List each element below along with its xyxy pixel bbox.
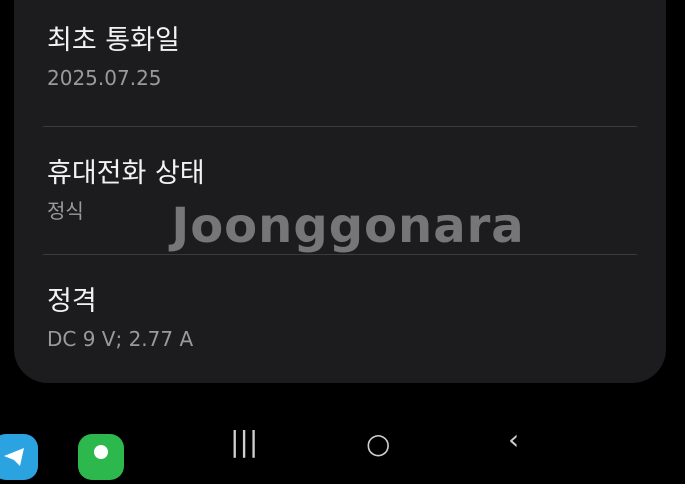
settings-card: 최초 통화일 2025.07.25 휴대전화 상태 정식 정격 DC 9 V; … bbox=[14, 0, 666, 383]
row-value: 2025.07.25 bbox=[47, 66, 162, 90]
green-app-icon[interactable] bbox=[78, 434, 124, 480]
row-title: 휴대전화 상태 bbox=[47, 158, 205, 189]
row-value: DC 9 V; 2.77 A bbox=[47, 327, 194, 351]
row-value: 정식 bbox=[47, 199, 84, 223]
back-icon: ‹ bbox=[508, 423, 520, 456]
phone-status-row[interactable]: 휴대전화 상태 정식 bbox=[47, 158, 637, 224]
home-icon: ○ bbox=[366, 427, 391, 460]
app-glyph-icon bbox=[94, 445, 108, 459]
row-title: 정격 bbox=[47, 286, 97, 317]
recents-button[interactable]: ||| bbox=[230, 428, 258, 456]
navigation-bar: ||| ○ ‹ bbox=[0, 420, 685, 480]
home-button[interactable]: ○ bbox=[366, 430, 390, 458]
rating-row[interactable]: 정격 DC 9 V; 2.77 A bbox=[47, 286, 637, 352]
divider bbox=[43, 126, 637, 127]
recents-icon: ||| bbox=[230, 425, 259, 458]
row-title: 최초 통화일 bbox=[47, 25, 180, 56]
back-button[interactable]: ‹ bbox=[508, 426, 519, 454]
first-call-date-row[interactable]: 최초 통화일 2025.07.25 bbox=[47, 25, 637, 91]
paper-plane-icon bbox=[4, 448, 24, 466]
telegram-app-icon[interactable] bbox=[0, 434, 38, 480]
divider bbox=[43, 254, 637, 255]
